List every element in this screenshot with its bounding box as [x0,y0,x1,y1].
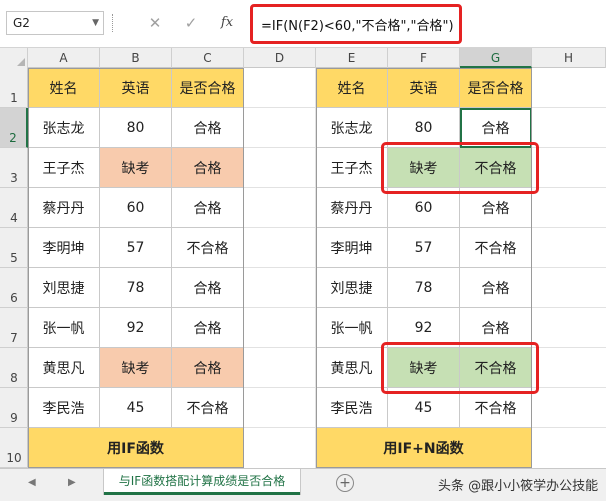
column-header-f[interactable]: F [388,48,460,68]
row-header-6[interactable]: 6 [0,268,28,308]
right-cell-score[interactable]: 缺考 [388,148,460,188]
left-cell-score[interactable]: 缺考 [100,148,172,188]
left-cell-score[interactable]: 缺考 [100,348,172,388]
chevron-down-icon[interactable]: ▼ [92,12,99,34]
left-table-footer[interactable]: 用IF函数 [28,428,244,468]
scroll-right-icon[interactable]: ▶ [68,477,76,488]
right-cell-score[interactable]: 78 [388,268,460,308]
column-header-g[interactable]: G [460,48,532,68]
add-sheet-icon[interactable]: + [336,474,354,492]
row-header-7[interactable]: 7 [0,308,28,348]
formula-input[interactable]: =IF(N(F2)<60,"不合格","合格") [250,4,462,44]
left-cell-result[interactable]: 不合格 [172,388,244,428]
left-header-pass[interactable]: 是否合格 [172,68,244,108]
column-header-d[interactable]: D [244,48,316,68]
left-cell-name[interactable]: 王子杰 [28,148,100,188]
right-cell-name[interactable]: 张一帆 [316,308,388,348]
left-cell-score[interactable]: 60 [100,188,172,228]
right-cell-score[interactable]: 60 [388,188,460,228]
right-cell-score[interactable]: 缺考 [388,348,460,388]
sheet-tab-bar: ◀ ▶ 与IF函数搭配计算成绩是否合格 + 头条 @跟小小筱学办公技能 [0,468,606,501]
watermark-text: 头条 @跟小小筱学办公技能 [438,479,599,494]
worksheet-grid[interactable]: 姓名 英语 是否合格 张志龙 80 合格 王子杰 缺考 合格 蔡丹丹 60 合格… [28,68,606,468]
row-header-4[interactable]: 4 [0,188,28,228]
right-cell-result[interactable]: 合格 [460,268,532,308]
right-cell-name[interactable]: 刘思捷 [316,268,388,308]
cancel-icon[interactable]: ✕ [144,12,166,34]
row-header-5[interactable]: 5 [0,228,28,268]
left-cell-result[interactable]: 合格 [172,188,244,228]
right-cell-score[interactable]: 57 [388,228,460,268]
left-cell-name[interactable]: 李明坤 [28,228,100,268]
right-cell-result[interactable]: 不合格 [460,228,532,268]
left-cell-score[interactable]: 45 [100,388,172,428]
right-cell-result[interactable]: 不合格 [460,348,532,388]
left-cell-name[interactable]: 黄思凡 [28,348,100,388]
left-cell-result[interactable]: 合格 [172,108,244,148]
left-cell-result[interactable]: 合格 [172,308,244,348]
left-cell-name[interactable]: 张志龙 [28,108,100,148]
column-header-h[interactable]: H [532,48,606,68]
left-cell-score[interactable]: 78 [100,268,172,308]
column-header-c[interactable]: C [172,48,244,68]
column-header-bar: A B C D E F G H [0,48,606,68]
formula-bar: G2 ▼ ✕ ✓ fx =IF(N(F2)<60,"不合格","合格") [0,0,606,48]
right-cell-name[interactable]: 王子杰 [316,148,388,188]
formula-text: =IF(N(F2)<60,"不合格","合格") [261,19,454,34]
confirm-icon[interactable]: ✓ [180,12,202,34]
row-header-2[interactable]: 2 [0,108,28,148]
row-header-8[interactable]: 8 [0,348,28,388]
right-cell-name[interactable]: 黄思凡 [316,348,388,388]
row-header-1[interactable]: 1 [0,68,28,108]
formula-bar-divider [112,14,114,32]
right-cell-result[interactable]: 合格 [460,188,532,228]
row-header-bar: 1 2 3 4 5 6 7 8 9 10 [0,68,28,468]
right-header-name[interactable]: 姓名 [316,68,388,108]
right-cell-score[interactable]: 92 [388,308,460,348]
insert-function-icon[interactable]: fx [216,12,238,34]
active-cell-g2[interactable]: 合格 [460,108,532,148]
left-cell-name[interactable]: 李民浩 [28,388,100,428]
left-cell-result[interactable]: 合格 [172,348,244,388]
right-header-english[interactable]: 英语 [388,68,460,108]
right-cell-result[interactable]: 合格 [460,308,532,348]
select-all-icon [17,58,25,66]
select-all-corner[interactable] [0,48,28,68]
right-table-footer[interactable]: 用IF+N函数 [316,428,532,468]
column-header-a[interactable]: A [28,48,100,68]
left-cell-score[interactable]: 92 [100,308,172,348]
left-cell-score[interactable]: 57 [100,228,172,268]
column-header-e[interactable]: E [316,48,388,68]
right-cell-name[interactable]: 李民浩 [316,388,388,428]
left-cell-name[interactable]: 刘思捷 [28,268,100,308]
right-cell-result[interactable]: 不合格 [460,388,532,428]
right-cell-name[interactable]: 李明坤 [316,228,388,268]
sheet-tab-active[interactable]: 与IF函数搭配计算成绩是否合格 [104,469,300,495]
name-box-value: G2 [13,16,30,30]
left-cell-result[interactable]: 合格 [172,268,244,308]
left-cell-name[interactable]: 蔡丹丹 [28,188,100,228]
left-header-name[interactable]: 姓名 [28,68,100,108]
right-cell-name[interactable]: 张志龙 [316,108,388,148]
row-header-9[interactable]: 9 [0,388,28,428]
left-cell-result[interactable]: 不合格 [172,228,244,268]
left-cell-score[interactable]: 80 [100,108,172,148]
column-header-b[interactable]: B [100,48,172,68]
right-cell-score[interactable]: 45 [388,388,460,428]
row-header-10[interactable]: 10 [0,428,28,468]
left-header-english[interactable]: 英语 [100,68,172,108]
name-box[interactable]: G2 ▼ [6,11,104,35]
right-header-pass[interactable]: 是否合格 [460,68,532,108]
right-cell-score[interactable]: 80 [388,108,460,148]
left-cell-result[interactable]: 合格 [172,148,244,188]
right-cell-name[interactable]: 蔡丹丹 [316,188,388,228]
row-header-3[interactable]: 3 [0,148,28,188]
scroll-left-icon[interactable]: ◀ [28,477,36,488]
right-cell-result[interactable]: 不合格 [460,148,532,188]
left-cell-name[interactable]: 张一帆 [28,308,100,348]
